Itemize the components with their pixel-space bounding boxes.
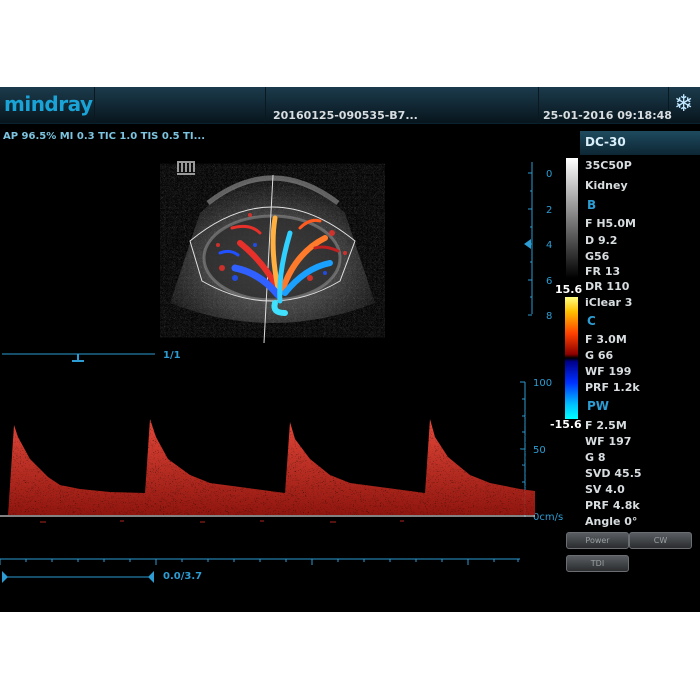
acoustic-output: AP 96.5% MI 0.3 TIC 1.0 TIS 0.5 TI... xyxy=(3,131,205,142)
sweep-indicator: 0.0/3.7 xyxy=(163,571,203,582)
pw-param: Angle 0° xyxy=(585,515,638,528)
mindray-m-logo xyxy=(177,161,195,175)
color-velocity-bar xyxy=(565,297,578,419)
depth-tick-label: 2 xyxy=(546,205,552,216)
pw-param: F 2.5M xyxy=(585,419,627,432)
date-time: 25-01-2016 09:18:48 xyxy=(543,109,672,122)
b-param: FR 13 xyxy=(585,265,621,278)
pw-param: PRF 4.8k xyxy=(585,499,640,512)
b-param: G56 xyxy=(585,250,610,263)
ultrasound-screen: mindray 20160125-090535-B7... 25-01-2016… xyxy=(0,87,700,612)
bmode-color-image xyxy=(170,174,375,343)
header-divider xyxy=(265,87,266,124)
header-divider xyxy=(94,87,95,124)
c-param: G 66 xyxy=(585,349,614,362)
depth-tick-label: 0 xyxy=(546,169,552,180)
b-param: D 9.2 xyxy=(585,234,618,247)
header-divider xyxy=(538,87,539,124)
probe-name: 35C50P xyxy=(585,159,632,172)
c-param: F 3.0M xyxy=(585,333,627,346)
pw-mode-heading: PW xyxy=(587,399,610,413)
sweep-end-marker-icon[interactable] xyxy=(148,571,154,583)
zoom-ruler xyxy=(2,353,155,362)
depth-tick-label: 6 xyxy=(546,276,552,287)
tdi-button[interactable]: TDI xyxy=(566,555,629,572)
sweep-time-ruler xyxy=(0,558,520,583)
depth-tick-label: 4 xyxy=(546,240,552,251)
pw-param: SVD 45.5 xyxy=(585,467,642,480)
sweep-start-marker-icon[interactable] xyxy=(2,571,8,583)
power-button[interactable]: Power xyxy=(566,532,629,549)
focus-marker-icon[interactable] xyxy=(524,239,531,249)
header-bar: mindray 20160125-090535-B7... 25-01-2016… xyxy=(0,87,700,124)
b-param: DR 110 xyxy=(585,280,630,293)
b-param: iClear 3 xyxy=(585,296,633,309)
preset-title[interactable]: DC-30 xyxy=(580,131,700,155)
c-param: WF 199 xyxy=(585,365,632,378)
velocity-min: -15.6 xyxy=(550,418,582,431)
pw-param: SV 4.0 xyxy=(585,483,625,496)
exam-type: Kidney xyxy=(585,179,628,192)
study-id: 20160125-090535-B7... xyxy=(273,109,418,122)
b-mode-heading: B xyxy=(587,198,597,212)
pw-param: WF 197 xyxy=(585,435,632,448)
c-param: PRF 1.2k xyxy=(585,381,640,394)
b-param: F H5.0M xyxy=(585,217,636,230)
depth-scale: 0 2 4 6 8 xyxy=(524,162,552,319)
brand-logo: mindray xyxy=(4,92,93,116)
snowflake-icon[interactable]: ❄ xyxy=(674,92,693,116)
cw-button[interactable]: CW xyxy=(629,532,692,549)
pw-tick-label: 100 xyxy=(533,378,552,389)
depth-tick-label: 8 xyxy=(546,311,552,319)
color-mode-heading: C xyxy=(587,314,596,328)
velocity-max: 15.6 xyxy=(555,283,583,296)
zoom-indicator: 1/1 xyxy=(163,350,181,361)
pw-doppler-spectrum xyxy=(0,419,535,523)
pw-param: G 8 xyxy=(585,451,606,464)
grayscale-bar xyxy=(566,158,578,278)
pw-tick-label: 0cm/s xyxy=(533,512,563,523)
